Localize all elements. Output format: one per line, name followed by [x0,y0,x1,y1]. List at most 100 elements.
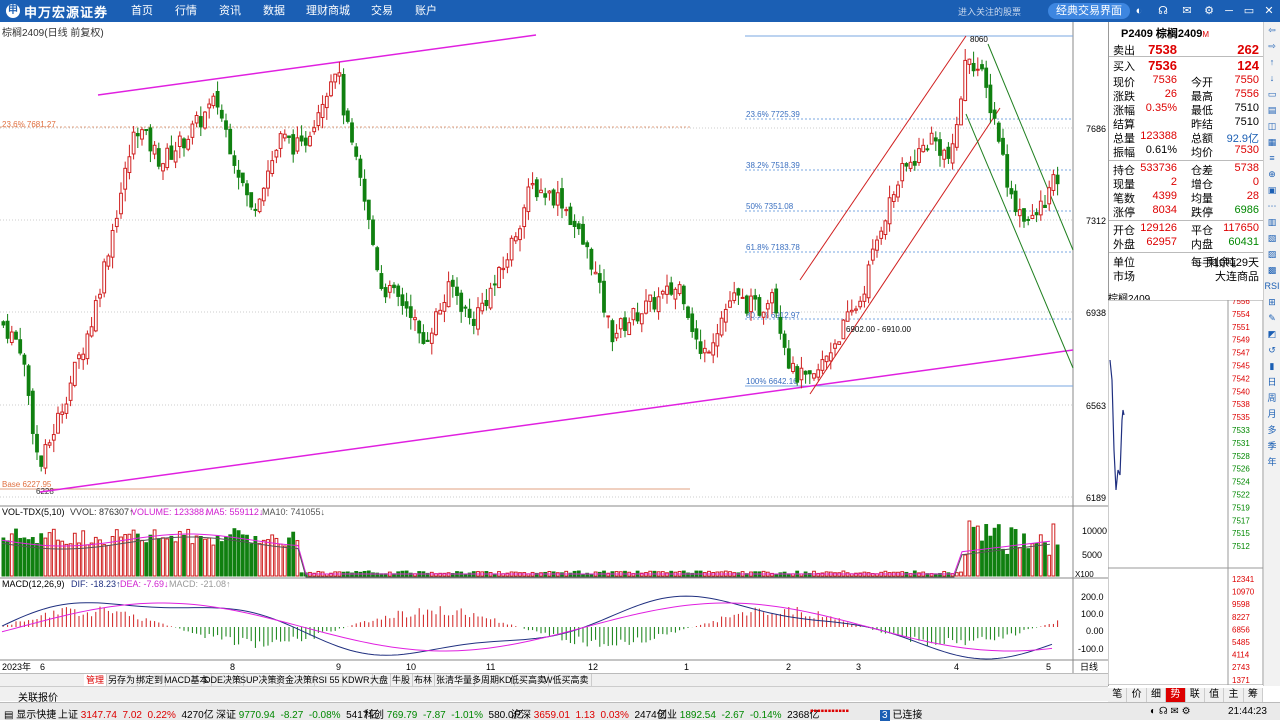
brand-logo[interactable]: 申 申万宏源证券 [6,3,108,20]
maximize-icon[interactable]: ▭ [1242,4,1256,18]
candle-body [324,95,329,109]
quote-tab[interactable]: 主 [1224,688,1244,702]
nav-account[interactable]: 账户 [404,0,448,22]
strip-tool-icon[interactable]: ↓ [1264,70,1280,86]
nav-quotes[interactable]: 行情 [164,0,208,22]
strip-tool-icon[interactable]: ⇨ [1264,38,1280,54]
volume-bar [1030,543,1035,577]
volume-bar [169,535,174,577]
strip-tool-icon[interactable]: 季 [1264,438,1280,454]
range-label: 6902.00 - 6910.00 [846,325,911,334]
nav-home[interactable]: 首页 [120,0,164,22]
quote-tab[interactable]: 值 [1204,688,1225,702]
quote-key: 市场 [1113,271,1135,283]
candle-body [245,183,249,196]
volume-bar [72,532,77,577]
strip-tool-icon[interactable]: ≡ [1264,150,1280,166]
strip-tool-icon[interactable]: ⊞ [1264,294,1280,310]
candle-body [530,183,535,186]
index-kc[interactable]: 科创 769.79 -7.87 -1.01% 580.0亿 [364,706,524,721]
indicator-tab[interactable]: 张清华量 [434,674,476,686]
quote-tab[interactable]: 笔 [1108,688,1128,702]
mail-icon[interactable]: ✉ [1180,4,1194,18]
theme-icon[interactable]: ◐ [1132,4,1146,18]
candle-body [984,67,989,88]
mini-price-label: 7551 [1232,323,1250,332]
volume-bar [245,534,249,577]
quote-tab[interactable]: 价 [1127,688,1147,702]
strip-tool-icon[interactable]: ▩ [1264,262,1280,278]
strip-tool-icon[interactable]: ▣ [1264,182,1280,198]
strip-tool-icon[interactable]: ▭ [1264,86,1280,102]
strip-tool-icon[interactable]: ⇦ [1264,22,1280,38]
candle-body [144,129,149,132]
quote-symbol: P2409 棕榈2409M [1121,28,1210,40]
indicator-tab[interactable]: 资金决策 [274,674,316,686]
index-hs[interactable]: 沪深 3659.01 1.13 0.03% 2474亿 [511,706,667,721]
strip-tool-icon[interactable]: 年 [1264,454,1280,470]
quote-tab[interactable]: 势 [1166,688,1186,702]
indicator-tab[interactable]: 牛股 [390,674,414,686]
indicator-tab[interactable]: W低买高卖 [542,674,592,686]
candle-body [85,333,90,360]
indicator-tab[interactable]: 管理 [84,674,108,686]
strip-tool-icon[interactable]: ◫ [1264,118,1280,134]
nav-data[interactable]: 数据 [252,0,296,22]
indicator-tab[interactable]: 大盘 [368,674,392,686]
search-hint[interactable]: 进入关注的股票 [958,5,1021,18]
quote-tab[interactable]: 联 [1185,688,1205,702]
classic-trade-button[interactable]: 经典交易界面 [1048,3,1130,19]
period-button[interactable]: 日线 [1080,661,1098,672]
quote-tab[interactable]: 细 [1146,688,1167,702]
volume-bar [270,534,275,577]
mini-tick-chart[interactable]: 7556 7554 7551 7549 7547 7545 7542 7540 7538 7535… [1108,300,1263,685]
quote-tab[interactable]: 筹 [1243,688,1263,702]
candle-body [946,146,951,159]
settings-icon[interactable]: ⚙ [1202,4,1216,18]
strip-tool-icon[interactable]: 月 [1264,406,1280,422]
status-icons[interactable]: ◐ ☊ ✉ ⚙ [1150,706,1191,717]
mini-price-label: 1371 [1232,676,1250,685]
strip-tool-icon[interactable]: 多 [1264,422,1280,438]
candle-body [68,382,73,401]
strip-tool-icon[interactable]: ✎ [1264,310,1280,326]
strip-tool-icon[interactable]: ▥ [1264,214,1280,230]
volume-bar [1001,548,1005,577]
volume-bar [211,544,216,577]
quote-row: 涨跌 26 最高 7556 [1109,88,1263,103]
candle-body [543,193,548,198]
kline-chart[interactable]: 7686 7312 6938 6563 6189 23.6% 7681.27 B… [0,22,1108,673]
strip-tool-icon[interactable]: ↑ [1264,54,1280,70]
strip-tool-icon[interactable]: ▮ [1264,358,1280,374]
headset-icon[interactable]: ☊ [1156,4,1170,18]
strip-tool-icon[interactable]: ▧ [1264,230,1280,246]
index-cy[interactable]: 创业 1892.54 -2.67 -0.14% 2368亿 [657,706,819,721]
strip-tool-icon[interactable]: ⊕ [1264,166,1280,182]
close-icon[interactable]: ✕ [1262,4,1276,18]
strip-tool-icon[interactable]: ▨ [1264,246,1280,262]
strip-tool-icon[interactable]: ⋯ [1264,198,1280,214]
indicator-tab[interactable]: RSI 55 [310,674,343,686]
shortcut-toggle[interactable]: ▤ 显示快捷 [4,706,56,721]
connection-status[interactable]: 3 已连接 [880,706,922,721]
strip-tool-icon[interactable]: 周 [1264,390,1280,406]
strip-tool-icon[interactable]: 日 [1264,374,1280,390]
strip-tool-icon[interactable]: ◩ [1264,326,1280,342]
index-sh[interactable]: 上证 3147.74 7.02 0.22% 4270亿 [58,706,214,721]
minimize-icon[interactable]: ─ [1222,4,1236,18]
strip-tool-icon[interactable]: ▤ [1264,102,1280,118]
indicator-tab[interactable]: 布林 [412,674,436,686]
nav-wealth[interactable]: 理财商城 [296,0,360,22]
candle-body [1051,174,1056,191]
nav-trade[interactable]: 交易 [360,0,404,22]
price-tick: 6189 [1086,493,1106,503]
nav-news[interactable]: 资讯 [208,0,252,22]
candle-body [812,373,816,379]
candle-body [35,433,39,453]
strip-tool-icon[interactable]: RSI [1264,278,1280,294]
index-sz[interactable]: 深证 9770.94 -8.27 -0.08% 5417亿 [216,706,378,721]
top-bar: 申 申万宏源证券 首页 行情 资讯 数据 理财商城 交易 账户 进入关注的股票 … [0,0,1280,22]
strip-tool-icon[interactable]: ▦ [1264,134,1280,150]
strip-tool-icon[interactable]: ↺ [1264,342,1280,358]
quote-value: 7536 [1152,74,1177,86]
